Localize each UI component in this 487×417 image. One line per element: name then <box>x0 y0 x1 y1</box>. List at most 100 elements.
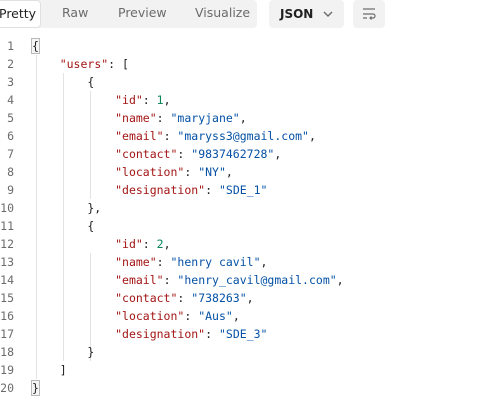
tab-raw[interactable]: Raw <box>62 0 88 28</box>
code-token: "henry cavil" <box>170 255 261 269</box>
code-line-content: "contact": "9837462728", <box>32 145 281 163</box>
code-token: { <box>32 219 95 233</box>
tab-pretty[interactable]: Pretty <box>0 0 41 28</box>
code-line-content: "name": "maryjane", <box>32 109 247 127</box>
code-token: ] <box>32 363 67 377</box>
code-token: "designation" <box>115 183 206 197</box>
code-line-content: } <box>32 343 94 361</box>
code-line: 14 "email": "henry_cavil@gmail.com", <box>0 271 487 289</box>
code-token: "SDE_3" <box>218 327 268 341</box>
code-line: 12 "id": 2, <box>0 235 487 253</box>
code-token: } <box>32 345 95 359</box>
code-line: 8 "location": "NY", <box>0 163 487 181</box>
code-token: } <box>31 380 40 396</box>
code-line-content: "email": "henry_cavil@gmail.com", <box>32 271 344 289</box>
response-body[interactable]: 1{2 "users": [3 {4 "id": 1, 5 "name": "ma… <box>0 37 487 397</box>
line-number: 10 <box>0 201 14 215</box>
code-line-content: ] <box>32 361 67 379</box>
code-token: : <box>163 273 178 287</box>
code-token: , <box>239 111 247 125</box>
code-token: "designation" <box>115 327 206 341</box>
tab-visualize-label: Visualize <box>195 5 251 20</box>
code-token: , <box>260 255 268 269</box>
code-token: , <box>246 291 254 305</box>
code-token: "name" <box>115 111 157 125</box>
code-line: 3 { <box>0 73 487 91</box>
code-token: : [ <box>108 57 129 71</box>
line-number: 9 <box>7 183 14 197</box>
code-line: 20} <box>0 379 487 397</box>
code-token: : <box>205 327 219 341</box>
line-number: 11 <box>0 219 14 233</box>
code-token: , <box>225 165 233 179</box>
tab-preview[interactable]: Preview <box>118 0 167 28</box>
code-token: , <box>163 93 171 107</box>
code-line-content: "id": 2, <box>32 235 171 253</box>
code-line-content: "designation": "SDE_1" <box>32 181 267 199</box>
code-token: "maryjane" <box>170 111 240 125</box>
line-number: 7 <box>7 147 14 161</box>
code-line: 18 } <box>0 343 487 361</box>
tab-pretty-label: Pretty <box>0 6 37 21</box>
code-token: : <box>205 183 219 197</box>
code-line: 15 "contact": "738263", <box>0 289 487 307</box>
code-line-content: "users": [ <box>32 55 129 73</box>
code-token: "SDE_1" <box>218 183 268 197</box>
code-line-content: "location": "Aus", <box>32 307 240 325</box>
code-token: : <box>142 93 157 107</box>
code-token: "id" <box>115 93 143 107</box>
line-number: 16 <box>0 309 14 323</box>
code-line: 13 "name": "henry cavil", <box>0 253 487 271</box>
line-number: 6 <box>7 129 14 143</box>
wrap-lines-button[interactable] <box>353 0 385 28</box>
code-line-content: { <box>32 73 94 91</box>
format-select[interactable]: JSON <box>269 0 344 28</box>
code-token: "contact" <box>115 291 178 305</box>
code-token: "location" <box>115 309 185 323</box>
code-token: "email" <box>115 129 164 143</box>
code-token: "Aus" <box>198 309 233 323</box>
code-token: "maryss3@gmail.com" <box>177 129 309 143</box>
code-token: }, <box>32 201 102 215</box>
code-token: , <box>274 147 282 161</box>
code-line: 1{ <box>0 37 487 55</box>
code-line-content: "contact": "738263", <box>32 289 254 307</box>
code-line-content: "id": 1, <box>32 91 171 109</box>
chevron-down-icon <box>323 11 333 17</box>
code-line-content: "designation": "SDE_3" <box>32 325 267 343</box>
tab-visualize[interactable]: Visualize <box>195 0 250 28</box>
code-token: "id" <box>115 237 143 251</box>
line-number: 12 <box>0 237 14 251</box>
code-line-content: { <box>31 37 40 55</box>
wrap-lines-icon <box>363 8 376 20</box>
code-line-content: "location": "NY", <box>32 163 233 181</box>
tab-raw-label: Raw <box>62 5 89 20</box>
code-token: , <box>163 237 171 251</box>
code-token: 1 <box>156 93 164 107</box>
line-number: 14 <box>0 273 14 287</box>
tab-preview-label: Preview <box>118 5 167 20</box>
line-number: 15 <box>0 291 14 305</box>
line-number: 8 <box>7 165 14 179</box>
code-token: "henry_cavil@gmail.com" <box>177 273 337 287</box>
code-line: 6 "email": "maryss3@gmail.com", <box>0 127 487 145</box>
code-token: "NY" <box>198 165 226 179</box>
line-number: 18 <box>0 345 14 359</box>
code-line: 7 "contact": "9837462728", <box>0 145 487 163</box>
code-token: : <box>177 147 192 161</box>
line-number: 4 <box>7 93 14 107</box>
code-token: : <box>156 111 171 125</box>
code-line: 16 "location": "Aus", <box>0 307 487 325</box>
